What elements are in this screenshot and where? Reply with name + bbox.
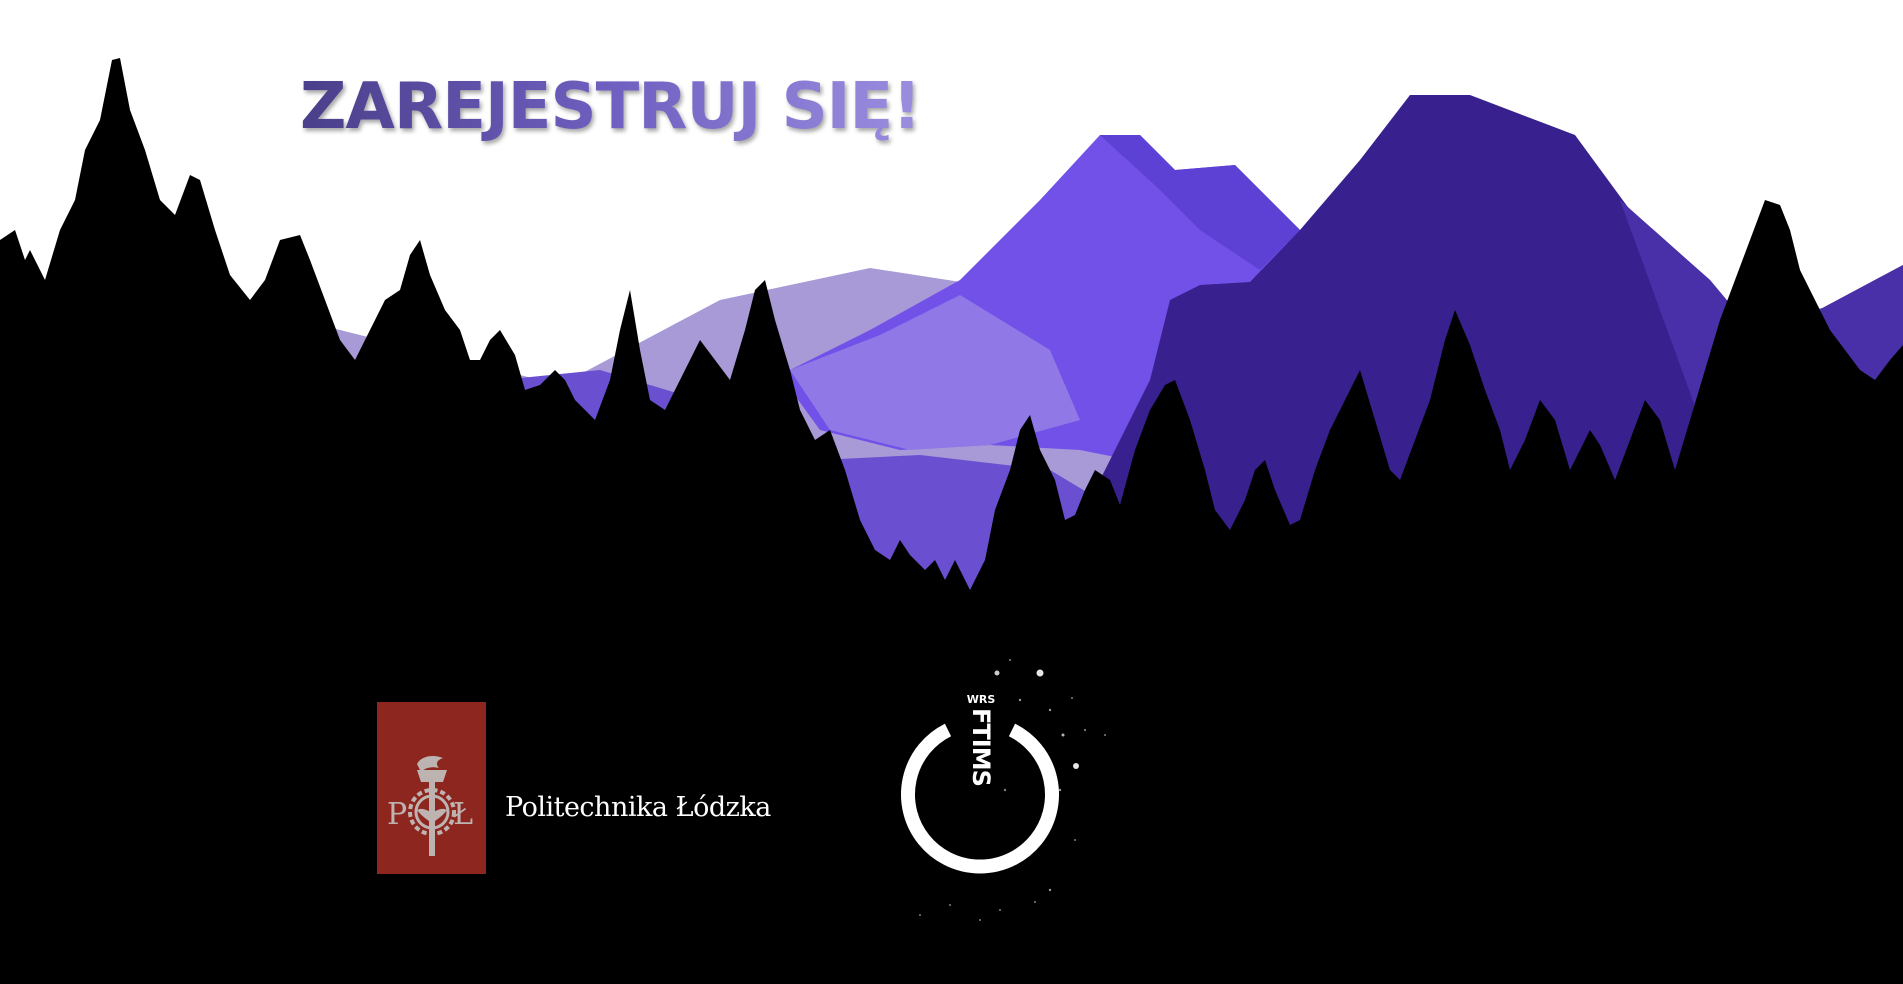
pl-emblem-icon: P Ł	[377, 702, 486, 874]
pl-letter-p: P	[387, 797, 407, 832]
ftims-logo[interactable]: WRS FTIMS	[860, 640, 1140, 930]
university-name[interactable]: Politechnika Łódzka	[505, 792, 771, 823]
ftims-power-icon: WRS FTIMS	[901, 659, 1106, 921]
registration-page: ZAREJESTRUJ SIĘ! P Ł Politechnika Łódzka	[0, 0, 1903, 984]
register-headline: ZAREJESTRUJ SIĘ!	[300, 70, 921, 144]
ftims-small-text: WRS	[967, 693, 996, 706]
pl-logo[interactable]: P Ł	[377, 702, 486, 874]
sparkles	[919, 659, 1106, 921]
pl-letter-l: Ł	[453, 797, 473, 832]
ftims-main-text: FTIMS	[967, 708, 995, 786]
